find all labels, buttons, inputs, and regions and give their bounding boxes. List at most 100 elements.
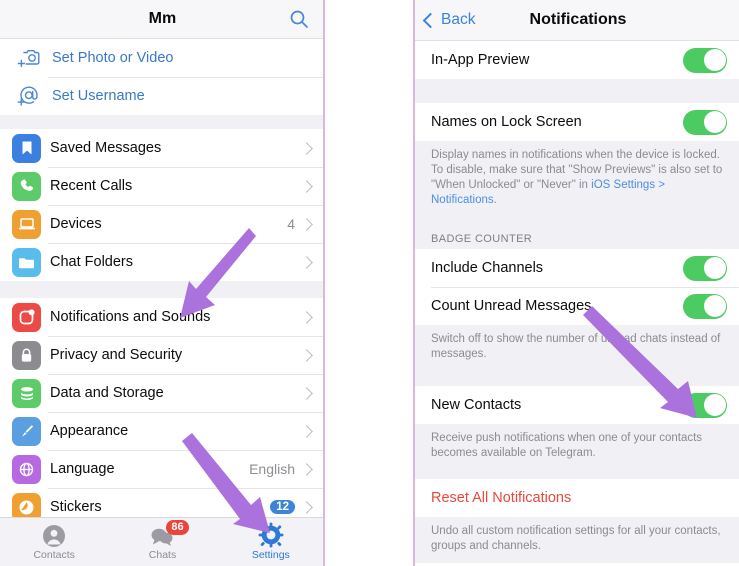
row-privacy-and-security[interactable]: Privacy and Security xyxy=(0,336,325,374)
row-count-unread-messages[interactable]: Count Unread Messages xyxy=(415,287,739,325)
row-appearance[interactable]: Appearance xyxy=(0,412,325,450)
tab-label: Settings xyxy=(251,548,290,561)
footer-new-contacts: Receive push notifications when one of y… xyxy=(415,424,739,479)
row-label: Notifications and Sounds xyxy=(50,309,211,325)
settings-panel: Mm Set Photo or Video Set Username Saved… xyxy=(0,0,325,566)
phone-icon xyxy=(12,171,41,201)
back-label: Back xyxy=(441,11,476,28)
tabbar: Contacts 86 Chats Settings xyxy=(0,517,325,566)
add-username-icon xyxy=(14,82,43,111)
chats-icon: 86 xyxy=(108,519,216,548)
row-value: 4 xyxy=(287,216,295,232)
row-set-username[interactable]: Set Username xyxy=(0,77,325,115)
gear-icon xyxy=(217,522,325,548)
group-separator xyxy=(415,79,739,103)
chevron-right-icon xyxy=(300,424,313,438)
row-label: Recent Calls xyxy=(50,178,133,194)
contacts-icon xyxy=(0,524,108,548)
chevron-right-icon xyxy=(300,141,313,155)
bookmark-icon xyxy=(12,133,41,163)
toggle-knob xyxy=(703,295,726,317)
account-group: Set Photo or Video Set Username xyxy=(0,39,325,115)
row-label: Count Unread Messages xyxy=(431,298,592,314)
chevron-right-icon xyxy=(300,217,313,231)
toggle-knob xyxy=(703,257,726,279)
row-chat-folders[interactable]: Chat Folders xyxy=(0,243,325,281)
row-in-app-preview[interactable]: In-App Preview xyxy=(415,41,739,79)
row-label: Stickers xyxy=(50,499,102,515)
footer-reset: Undo all custom notification settings fo… xyxy=(415,517,739,563)
row-value: English xyxy=(249,461,295,477)
footer-text: Display names in notifications when the … xyxy=(431,149,723,191)
chevron-right-icon xyxy=(300,348,313,362)
database-icon xyxy=(12,378,41,408)
chevron-right-icon xyxy=(300,255,313,269)
row-notifications-and-sounds[interactable]: Notifications and Sounds xyxy=(0,298,325,336)
badge-counter-section-header: BADGE COUNTER xyxy=(415,217,739,249)
tab-chats[interactable]: 86 Chats xyxy=(108,519,216,561)
tab-settings[interactable]: Settings xyxy=(217,522,325,561)
chats-badge: 86 xyxy=(166,519,189,535)
count-unread-messages-toggle[interactable] xyxy=(683,293,727,319)
row-label: Chat Folders xyxy=(50,254,134,270)
row-label: Include Channels xyxy=(431,260,544,276)
row-label: Set Photo or Video xyxy=(52,50,174,66)
row-label: Names on Lock Screen xyxy=(431,114,582,130)
row-label: Language xyxy=(50,461,115,477)
row-reset-all-notifications[interactable]: Reset All Notifications xyxy=(415,479,739,517)
footer-names-lock: Display names in notifications when the … xyxy=(415,141,739,217)
row-label: Privacy and Security xyxy=(50,347,183,363)
page-title: Mm xyxy=(148,10,177,27)
chevron-right-icon xyxy=(300,179,313,193)
toggle-knob xyxy=(703,394,726,416)
row-label: Data and Storage xyxy=(50,385,164,401)
group-separator xyxy=(0,115,325,129)
left-navbar: Mm xyxy=(0,0,325,39)
row-recent-calls[interactable]: Recent Calls xyxy=(0,167,325,205)
chevron-right-icon xyxy=(300,462,313,476)
row-label: Devices xyxy=(50,216,102,232)
brush-icon xyxy=(12,416,41,446)
row-set-photo-or-video[interactable]: Set Photo or Video xyxy=(0,39,325,77)
row-badge: 12 xyxy=(270,500,295,514)
globe-icon xyxy=(12,454,41,484)
main-group: Saved Messages Recent Calls Devices 4 Ch… xyxy=(0,129,325,281)
row-label: Set Username xyxy=(52,88,145,104)
new-contacts-toggle[interactable] xyxy=(683,392,727,418)
footer-badge-counter: Switch off to show the number of unread … xyxy=(415,325,739,386)
row-names-on-lock-screen[interactable]: Names on Lock Screen xyxy=(415,103,739,141)
search-icon[interactable] xyxy=(289,9,309,29)
row-data-and-storage[interactable]: Data and Storage xyxy=(0,374,325,412)
row-label: New Contacts xyxy=(431,397,522,413)
panel-divider-left xyxy=(323,0,325,566)
row-label: Appearance xyxy=(50,423,129,439)
add-photo-icon xyxy=(14,44,43,73)
names-on-lock-screen-toggle[interactable] xyxy=(683,109,727,135)
tab-label: Chats xyxy=(148,548,177,561)
row-include-channels[interactable]: Include Channels xyxy=(415,249,739,287)
chevron-right-icon xyxy=(300,386,313,400)
screenshot-root: Mm Set Photo or Video Set Username Saved… xyxy=(0,0,739,566)
lock-icon xyxy=(12,340,41,370)
tab-contacts[interactable]: Contacts xyxy=(0,524,108,561)
folder-icon xyxy=(12,247,41,277)
settings-group: Notifications and Sounds Privacy and Sec… xyxy=(0,298,325,526)
back-button[interactable]: Back xyxy=(422,11,476,29)
row-saved-messages[interactable]: Saved Messages xyxy=(0,129,325,167)
chevron-right-icon xyxy=(300,310,313,324)
notifications-panel: Back Notifications In-App Preview Names … xyxy=(413,0,739,566)
chevron-left-icon xyxy=(422,12,439,28)
toggle-knob xyxy=(703,111,726,133)
row-label: In-App Preview xyxy=(431,52,530,68)
right-navbar: Back Notifications xyxy=(415,0,739,41)
toggle-knob xyxy=(703,49,726,71)
include-channels-toggle[interactable] xyxy=(683,255,727,281)
row-new-contacts[interactable]: New Contacts xyxy=(415,386,739,424)
row-devices[interactable]: Devices 4 xyxy=(0,205,325,243)
chevron-right-icon xyxy=(300,500,313,514)
group-separator xyxy=(0,281,325,298)
row-language[interactable]: Language English xyxy=(0,450,325,488)
footer-text-end: . xyxy=(493,194,497,206)
laptop-icon xyxy=(12,209,41,239)
in-app-preview-toggle[interactable] xyxy=(683,47,727,73)
